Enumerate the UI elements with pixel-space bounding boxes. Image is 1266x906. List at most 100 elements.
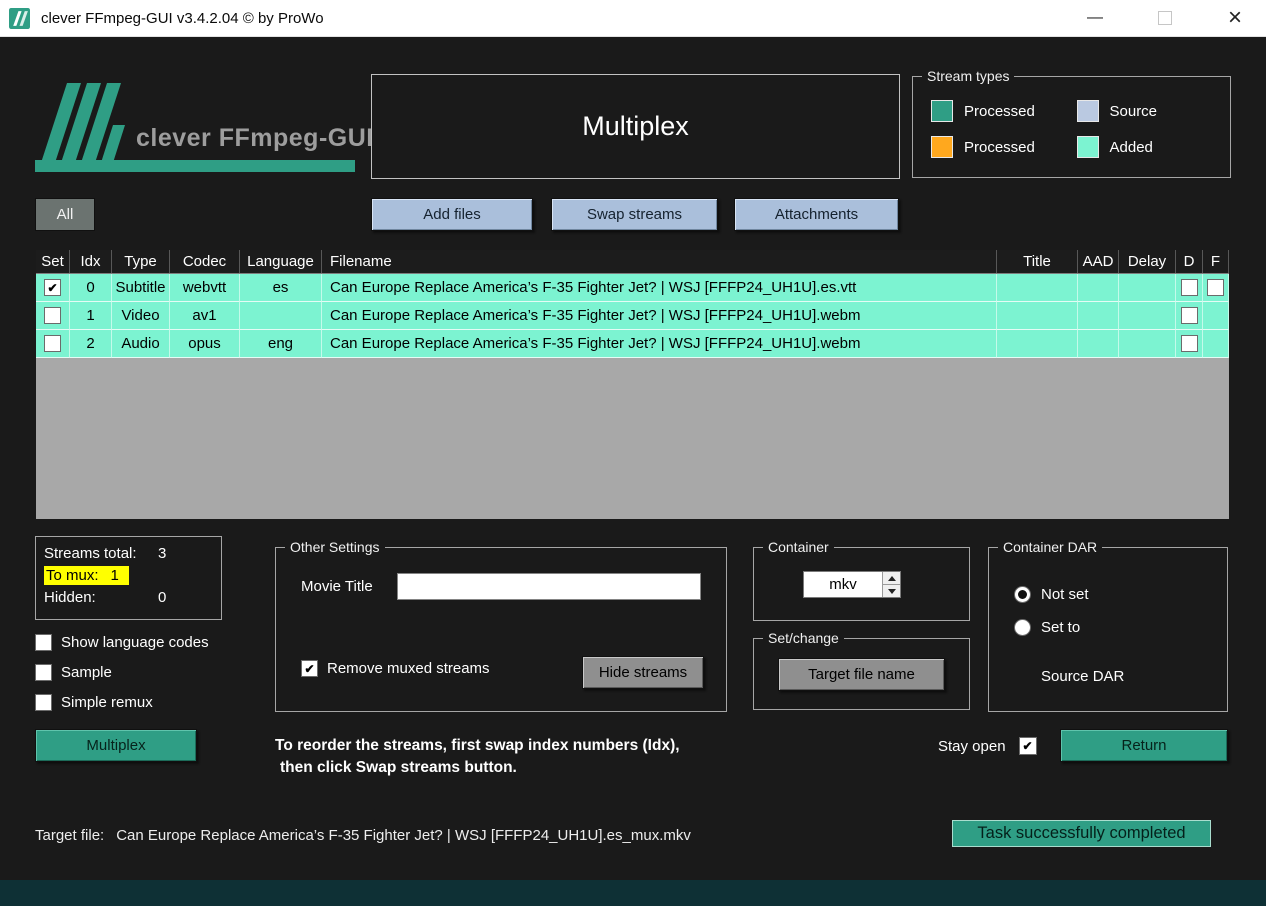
cell-codec: webvtt (170, 274, 240, 302)
target-file-row: Target file: Can Europe Replace America’… (35, 827, 691, 844)
page-title: Multiplex (582, 111, 689, 141)
maximize-button[interactable] (1142, 0, 1188, 36)
down-arrow-icon (887, 588, 896, 594)
radio-label: Set to (1041, 618, 1081, 636)
set-change-legend: Set/change (763, 630, 844, 647)
titlebar: clever FFmpeg-GUI v3.4.2.04 © by ProWo —… (0, 0, 1266, 37)
dar-not-set-radio[interactable]: Not set (1014, 585, 1089, 603)
reorder-note: To reorder the streams, first swap index… (275, 735, 680, 779)
cell-title (997, 302, 1078, 330)
streams-summary-group: Streams total: 3 To mux: 1 Hidden: 0 (35, 536, 222, 620)
d-checkbox[interactable] (1180, 279, 1198, 296)
streams-total-label: Streams total: (44, 544, 137, 562)
cell-filename: Can Europe Replace America’s F-35 Fighte… (322, 274, 997, 302)
radio-icon[interactable] (1014, 585, 1031, 603)
hidden-value: 0 (158, 588, 167, 606)
cell-type: Audio (112, 330, 170, 358)
cell-aad (1078, 330, 1119, 358)
minimize-button[interactable]: — (1072, 0, 1118, 36)
checkbox-icon[interactable] (35, 693, 52, 711)
source-swatch (1076, 100, 1099, 122)
d-checkbox[interactable] (1180, 335, 1198, 352)
attachments-button[interactable]: Attachments (734, 198, 899, 231)
header-cell-type: Type (112, 250, 170, 273)
target-file-name-button[interactable]: Target file name (778, 658, 945, 691)
stream-type-item: Source (1076, 100, 1223, 122)
maximize-icon (1158, 11, 1172, 25)
stream-types-group: Stream types Processed Source Processed … (912, 68, 1231, 178)
return-button[interactable]: Return (1060, 729, 1228, 762)
add-files-button[interactable]: Add files (371, 198, 533, 231)
processed-swatch (931, 100, 953, 122)
stream-type-item: Processed (931, 100, 1077, 122)
checkbox-icon[interactable] (35, 633, 52, 651)
checkbox-label: Sample (61, 663, 112, 681)
movie-title-input[interactable] (397, 573, 701, 600)
radio-icon[interactable] (1014, 618, 1031, 636)
table-header: Set Idx Type Codec Language Filename Tit… (36, 250, 1229, 274)
cell-title (997, 274, 1078, 302)
table-row[interactable]: 2 Audio opus eng Can Europe Replace Amer… (36, 330, 1229, 358)
stay-open-checkbox[interactable] (1018, 737, 1037, 755)
close-button[interactable]: × (1212, 0, 1258, 36)
header-cell-set: Set (36, 250, 70, 273)
hide-streams-button[interactable]: Hide streams (582, 656, 704, 689)
set-checkbox[interactable] (44, 307, 61, 324)
cell-f-empty (1203, 302, 1229, 330)
header-cell-d: D (1176, 250, 1203, 273)
stream-type-item: Added (1076, 136, 1223, 158)
stream-type-label: Added (1109, 138, 1153, 156)
cell-idx: 0 (70, 274, 112, 302)
all-button[interactable]: All (35, 198, 95, 231)
cell-idx: 1 (70, 302, 112, 330)
spinner-down-button[interactable] (883, 584, 900, 597)
checkbox-icon[interactable] (301, 660, 318, 677)
cell-type: Subtitle (112, 274, 170, 302)
f-checkbox[interactable] (1207, 279, 1224, 296)
cell-title (997, 330, 1078, 358)
reorder-note-line1: To reorder the streams, first swap index… (275, 737, 680, 754)
app-window: clever FFmpeg-GUI v3.4.2.04 © by ProWo —… (0, 0, 1266, 906)
remove-muxed-streams-checkbox[interactable]: Remove muxed streams (301, 660, 490, 677)
streams-total-value: 3 (158, 544, 167, 562)
progress-bar (0, 880, 1266, 906)
set-checkbox[interactable] (44, 335, 61, 352)
cell-language: es (240, 274, 322, 302)
show-language-codes-checkbox[interactable]: Show language codes (35, 633, 209, 651)
header-cell-filename: Filename (322, 250, 997, 273)
target-file-label: Target file: (35, 827, 105, 844)
table-row[interactable]: 0 Subtitle webvtt es Can Europe Replace … (36, 274, 1229, 302)
to-mux-value: 1 (110, 566, 119, 584)
streams-table: Set Idx Type Codec Language Filename Tit… (36, 250, 1229, 519)
cell-language (240, 302, 322, 330)
checkbox-icon[interactable] (35, 663, 52, 681)
app-icon (9, 7, 30, 29)
d-checkbox[interactable] (1180, 307, 1198, 324)
window-title: clever FFmpeg-GUI v3.4.2.04 © by ProWo (41, 9, 324, 27)
container-dar-group: Container DAR Not set Set to Source DAR (988, 539, 1228, 712)
dar-set-to-radio[interactable]: Set to (1014, 618, 1080, 636)
header-cell-delay: Delay (1119, 250, 1176, 273)
container-format-spinner[interactable]: mkv (803, 571, 901, 598)
table-row[interactable]: 1 Video av1 Can Europe Replace America’s… (36, 302, 1229, 330)
multiplex-panel: Multiplex (371, 74, 900, 179)
to-mux-label: To mux: (46, 566, 99, 584)
container-legend: Container (763, 539, 834, 556)
cell-language: eng (240, 330, 322, 358)
spinner-up-button[interactable] (883, 572, 900, 584)
checkbox-label: Show language codes (61, 633, 209, 651)
other-settings-group: Other Settings Movie Title Remove muxed … (275, 539, 727, 712)
swap-streams-button[interactable]: Swap streams (551, 198, 718, 231)
cell-filename: Can Europe Replace America’s F-35 Fighte… (322, 302, 997, 330)
sample-checkbox[interactable]: Sample (35, 663, 112, 681)
container-dar-legend: Container DAR (998, 539, 1103, 556)
spinner-value: mkv (829, 576, 857, 593)
checkbox-label: Remove muxed streams (327, 660, 490, 677)
multiplex-button[interactable]: Multiplex (35, 729, 197, 762)
set-checkbox[interactable] (44, 279, 61, 296)
simple-remux-checkbox[interactable]: Simple remux (35, 693, 153, 711)
cell-codec: opus (170, 330, 240, 358)
hidden-label: Hidden: (44, 588, 96, 606)
cell-delay (1119, 302, 1176, 330)
cell-type: Video (112, 302, 170, 330)
